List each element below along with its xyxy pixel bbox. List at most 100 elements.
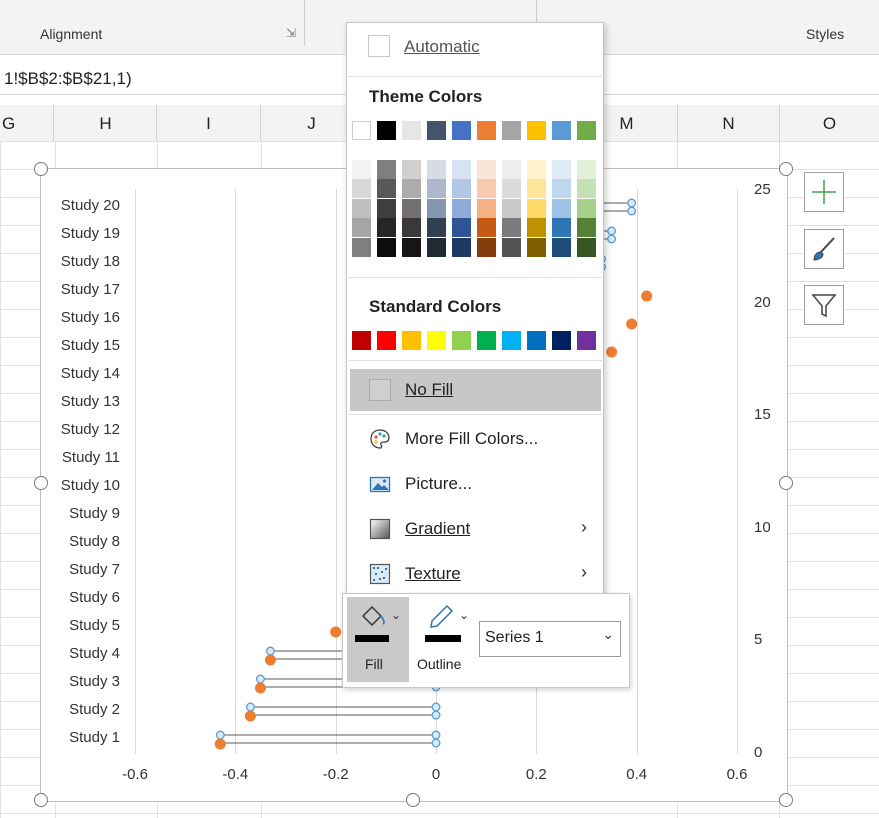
theme-shade-swatch[interactable] [402,198,421,218]
chevron-down-icon[interactable]: ⌄ [391,608,401,622]
series-1-point[interactable] [244,710,256,722]
chart-resize-handle[interactable] [34,476,48,490]
automatic-option[interactable]: Automatic [404,37,480,57]
standard-color-swatch[interactable] [577,331,596,350]
series-2-marker[interactable] [255,674,265,684]
theme-shade-swatch[interactable] [477,198,496,218]
theme-color-swatch[interactable] [552,121,571,140]
theme-shade-swatch[interactable] [402,160,421,179]
theme-shade-swatch[interactable] [377,179,396,199]
picture-option[interactable]: Picture... [350,463,601,505]
standard-color-swatch[interactable] [352,331,371,350]
theme-shade-swatch[interactable] [452,237,471,257]
theme-color-swatch[interactable] [527,121,546,140]
theme-shade-swatch[interactable] [377,160,396,179]
theme-shade-swatch[interactable] [452,179,471,199]
column-header-n[interactable]: N [678,105,780,141]
automatic-swatch[interactable] [368,35,390,57]
standard-color-swatch[interactable] [527,331,546,350]
fill-button[interactable]: ⌄ Fill [347,597,409,682]
theme-color-swatch[interactable] [377,121,396,140]
column-header-h[interactable]: H [55,105,157,141]
theme-shade-swatch[interactable] [452,218,471,238]
theme-shade-swatch[interactable] [352,237,371,257]
series-2-marker[interactable] [627,198,637,208]
series-1-point[interactable] [330,626,342,638]
column-header-o[interactable]: O [780,105,879,141]
theme-shade-swatch[interactable] [352,198,371,218]
series-2-marker[interactable] [431,730,441,740]
chart-resize-handle[interactable] [34,162,48,176]
series-2-marker[interactable] [265,646,275,656]
column-header-i[interactable]: I [157,105,261,141]
dialog-launcher-icon[interactable]: ⇲ [286,26,296,40]
theme-color-swatch[interactable] [402,121,421,140]
theme-shade-swatch[interactable] [427,179,446,199]
more-fill-colors-option[interactable]: More Fill Colors... [350,418,601,460]
theme-shade-swatch[interactable] [377,198,396,218]
texture-option[interactable]: Texture › [350,553,601,595]
theme-shade-swatch[interactable] [502,218,521,238]
series-1-point[interactable] [254,682,266,694]
theme-color-swatch[interactable] [502,121,521,140]
theme-shade-swatch[interactable] [577,160,596,179]
theme-shade-swatch[interactable] [477,237,496,257]
gradient-option[interactable]: Gradient › [350,508,601,550]
theme-shade-swatch[interactable] [352,179,371,199]
series-1-point[interactable] [626,318,638,330]
theme-shade-swatch[interactable] [552,218,571,238]
series-2-marker[interactable] [627,206,637,216]
outline-button[interactable]: ⌄ Outline [415,597,477,682]
theme-shade-swatch[interactable] [402,237,421,257]
theme-shade-swatch[interactable] [427,160,446,179]
theme-shade-swatch[interactable] [527,237,546,257]
theme-shade-swatch[interactable] [552,179,571,199]
chart-resize-handle[interactable] [34,793,48,807]
theme-shade-swatch[interactable] [477,218,496,238]
series-1-point[interactable] [264,654,276,666]
theme-shade-swatch[interactable] [352,218,371,238]
theme-shade-swatch[interactable] [427,218,446,238]
theme-shade-swatch[interactable] [577,179,596,199]
theme-shade-swatch[interactable] [502,198,521,218]
theme-shade-swatch[interactable] [452,198,471,218]
series-2-marker[interactable] [607,234,617,244]
series-select[interactable]: Series 1 ⌄ [479,621,621,657]
chart-elements-button[interactable] [804,172,844,212]
chart-resize-handle[interactable] [406,793,420,807]
theme-shade-swatch[interactable] [577,198,596,218]
series-2-marker[interactable] [607,226,617,236]
series-2-marker[interactable] [431,738,441,748]
theme-shade-swatch[interactable] [527,160,546,179]
series-2-marker[interactable] [431,710,441,720]
theme-shade-swatch[interactable] [452,160,471,179]
series-2-marker[interactable] [245,702,255,712]
theme-shade-swatch[interactable] [377,237,396,257]
standard-color-swatch[interactable] [427,331,446,350]
theme-color-swatch[interactable] [477,121,496,140]
theme-shade-swatch[interactable] [377,218,396,238]
theme-shade-swatch[interactable] [477,160,496,179]
standard-color-swatch[interactable] [402,331,421,350]
standard-color-swatch[interactable] [377,331,396,350]
chart-resize-handle[interactable] [779,476,793,490]
theme-shade-swatch[interactable] [502,179,521,199]
theme-shade-swatch[interactable] [402,179,421,199]
chart-resize-handle[interactable] [779,162,793,176]
standard-color-swatch[interactable] [477,331,496,350]
theme-shade-swatch[interactable] [352,160,371,179]
theme-color-swatch[interactable] [577,121,596,140]
theme-shade-swatch[interactable] [527,179,546,199]
theme-shade-swatch[interactable] [402,218,421,238]
chart-filters-button[interactable] [804,285,844,325]
theme-shade-swatch[interactable] [502,237,521,257]
no-fill-option[interactable]: No Fill [350,369,601,411]
theme-shade-swatch[interactable] [552,160,571,179]
theme-shade-swatch[interactable] [502,160,521,179]
chart-resize-handle[interactable] [779,793,793,807]
series-1-point[interactable] [641,290,653,302]
theme-shade-swatch[interactable] [527,218,546,238]
chevron-down-icon[interactable]: ⌄ [459,608,469,622]
theme-shade-swatch[interactable] [477,179,496,199]
theme-shade-swatch[interactable] [427,198,446,218]
